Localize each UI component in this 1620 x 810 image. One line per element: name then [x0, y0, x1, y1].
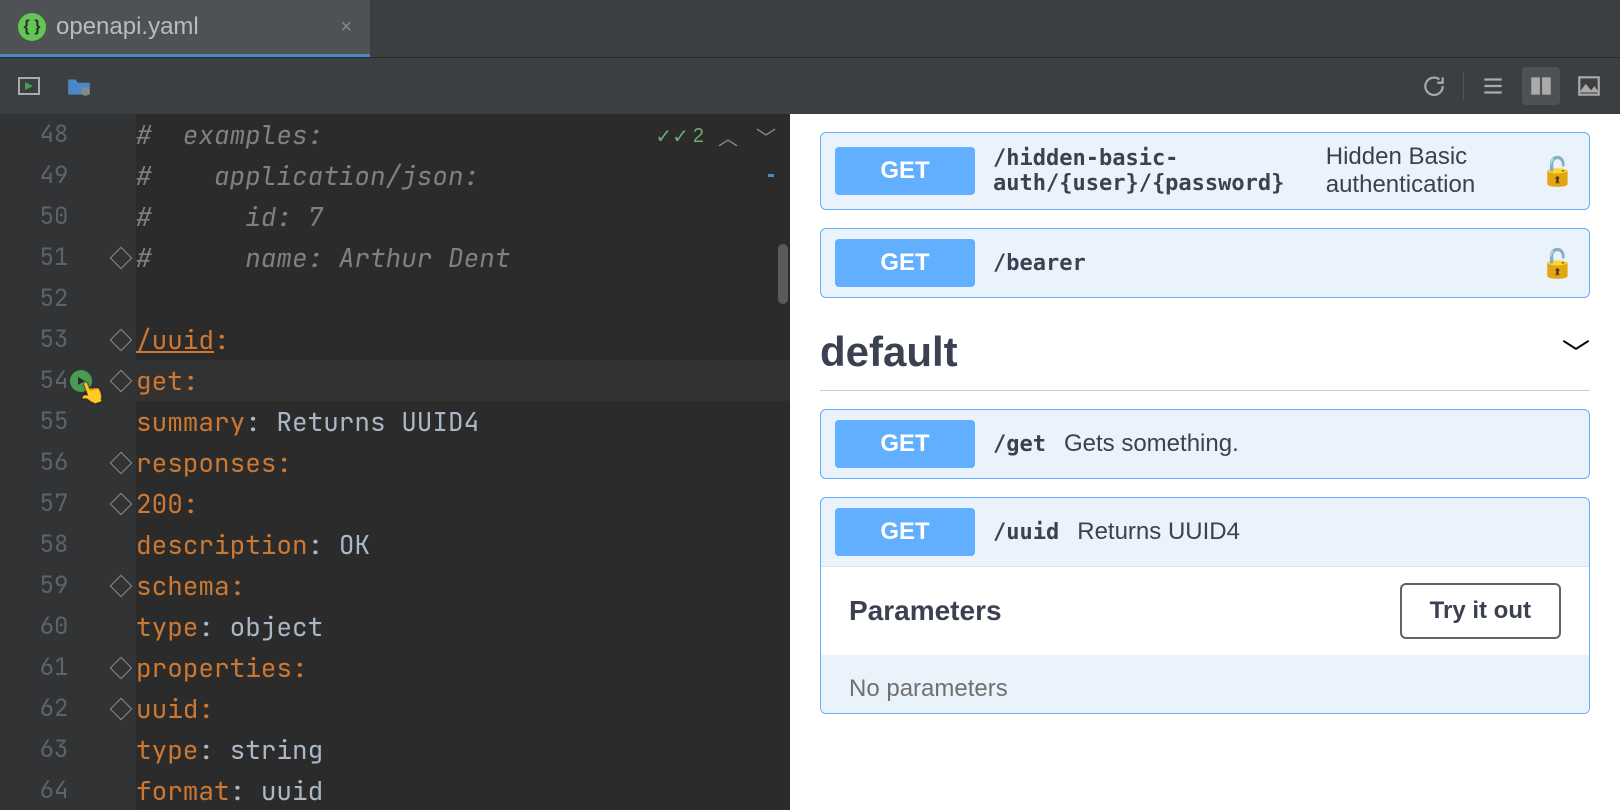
editor-toolbar — [0, 58, 1620, 114]
line-number: 59 — [0, 565, 108, 606]
caret-marker — [768, 174, 774, 177]
line-number: 56 — [0, 442, 108, 483]
file-tab[interactable]: { } openapi.yaml × — [0, 0, 370, 57]
operation-summary: Gets something. — [1064, 430, 1239, 458]
operation-path: /get — [993, 432, 1046, 457]
folder-icon[interactable] — [62, 69, 96, 103]
run-icon[interactable] — [12, 69, 46, 103]
line-number: 61 — [0, 647, 108, 688]
code-line[interactable]: # application/json: — [136, 155, 790, 196]
openapi-icon: { } — [18, 13, 46, 41]
code-line[interactable]: /uuid: — [136, 319, 790, 360]
parameters-header: Parameters Try it out — [821, 567, 1589, 655]
code-line[interactable]: description: OK — [136, 524, 790, 565]
method-badge: GET — [835, 239, 975, 287]
menu-icon[interactable] — [1474, 67, 1512, 105]
tab-bar: { } openapi.yaml × — [0, 0, 1620, 58]
code-line[interactable]: uuid: — [136, 688, 790, 729]
toolbar-right — [1415, 67, 1608, 105]
operation-summary: Returns UUID4 — [1077, 518, 1240, 546]
line-number: 63 — [0, 729, 108, 770]
chevron-down-icon: ﹀ — [1562, 332, 1590, 372]
line-number: 52 — [0, 278, 108, 319]
code-line[interactable]: # id: 7 — [136, 196, 790, 237]
line-number: 58 — [0, 524, 108, 565]
method-badge: GET — [835, 147, 975, 195]
operation-block: GET/get Gets something. — [820, 409, 1590, 479]
lock-icon: 🔓 — [1540, 155, 1575, 188]
line-number: 55 — [0, 401, 108, 442]
operation-body: Parameters Try it out No parameters — [821, 566, 1589, 713]
line-number: 62 — [0, 688, 108, 729]
operation-header[interactable]: GET/hidden-basic-auth/{user}/{password} H… — [821, 133, 1589, 209]
operation-block: GET/bearer 🔓 — [820, 228, 1590, 298]
operation-header[interactable]: GET/get Gets something. — [821, 410, 1589, 478]
line-number: 49 — [0, 155, 108, 196]
try-it-out-button[interactable]: Try it out — [1400, 583, 1561, 639]
operation-path: /uuid — [993, 520, 1059, 545]
line-number: 64 — [0, 770, 108, 810]
code-line[interactable]: properties: — [136, 647, 790, 688]
code-line[interactable]: # name: Arthur Dent — [136, 237, 790, 278]
operation-path: /hidden-basic-auth/{user}/{password} — [993, 146, 1308, 196]
operation-header[interactable]: GET/uuid Returns UUID4 — [821, 498, 1589, 566]
close-icon[interactable]: × — [340, 16, 352, 39]
code-editor[interactable]: 48495051525354👆55565758596061626364 # ex… — [0, 114, 790, 810]
scroll-thumb[interactable] — [778, 244, 788, 304]
refresh-icon[interactable] — [1415, 67, 1453, 105]
code-line[interactable]: get: — [136, 360, 790, 401]
no-parameters-text: No parameters — [821, 655, 1589, 713]
layout-split-icon[interactable] — [1522, 67, 1560, 105]
lock-icon: 🔓 — [1540, 247, 1575, 280]
parameters-title: Parameters — [849, 595, 1002, 627]
operation-summary: Hidden Basic authentication — [1326, 143, 1522, 199]
line-number: 51 — [0, 237, 108, 278]
code-line[interactable]: type: object — [136, 606, 790, 647]
section-title: default — [820, 328, 958, 376]
line-number: 48 — [0, 114, 108, 155]
line-number: 50 — [0, 196, 108, 237]
toolbar-divider — [1463, 72, 1464, 100]
image-icon[interactable] — [1570, 67, 1608, 105]
operation-path: /bearer — [993, 251, 1086, 276]
prev-problem-icon[interactable]: ︿ — [714, 122, 742, 151]
code-line[interactable]: 200: — [136, 483, 790, 524]
swagger-preview[interactable]: GET/hidden-basic-auth/{user}/{password} H… — [790, 114, 1620, 810]
editor-scrollbar[interactable] — [776, 114, 788, 810]
line-number: 60 — [0, 606, 108, 647]
inspection-widget[interactable]: ✓✓ 2 ︿ ﹀ — [655, 122, 780, 151]
operation-header[interactable]: GET/bearer 🔓 — [821, 229, 1589, 297]
code-line[interactable] — [136, 278, 790, 319]
code-line[interactable]: format: uuid — [136, 770, 790, 810]
line-number: 53 — [0, 319, 108, 360]
tab-filename: openapi.yaml — [56, 13, 199, 41]
check-icon: ✓✓ 2 — [655, 124, 704, 149]
line-number: 57 — [0, 483, 108, 524]
code-line[interactable]: responses: — [136, 442, 790, 483]
code-line[interactable]: summary: Returns UUID4 — [136, 401, 790, 442]
code-line[interactable]: schema: — [136, 565, 790, 606]
code-line[interactable]: type: string — [136, 729, 790, 770]
operation-block: GET/uuid Returns UUID4 Parameters Try it ou… — [820, 497, 1590, 714]
method-badge: GET — [835, 420, 975, 468]
method-badge: GET — [835, 508, 975, 556]
operation-block: GET/hidden-basic-auth/{user}/{password} H… — [820, 132, 1590, 210]
section-header[interactable]: default ﹀ — [820, 328, 1590, 391]
